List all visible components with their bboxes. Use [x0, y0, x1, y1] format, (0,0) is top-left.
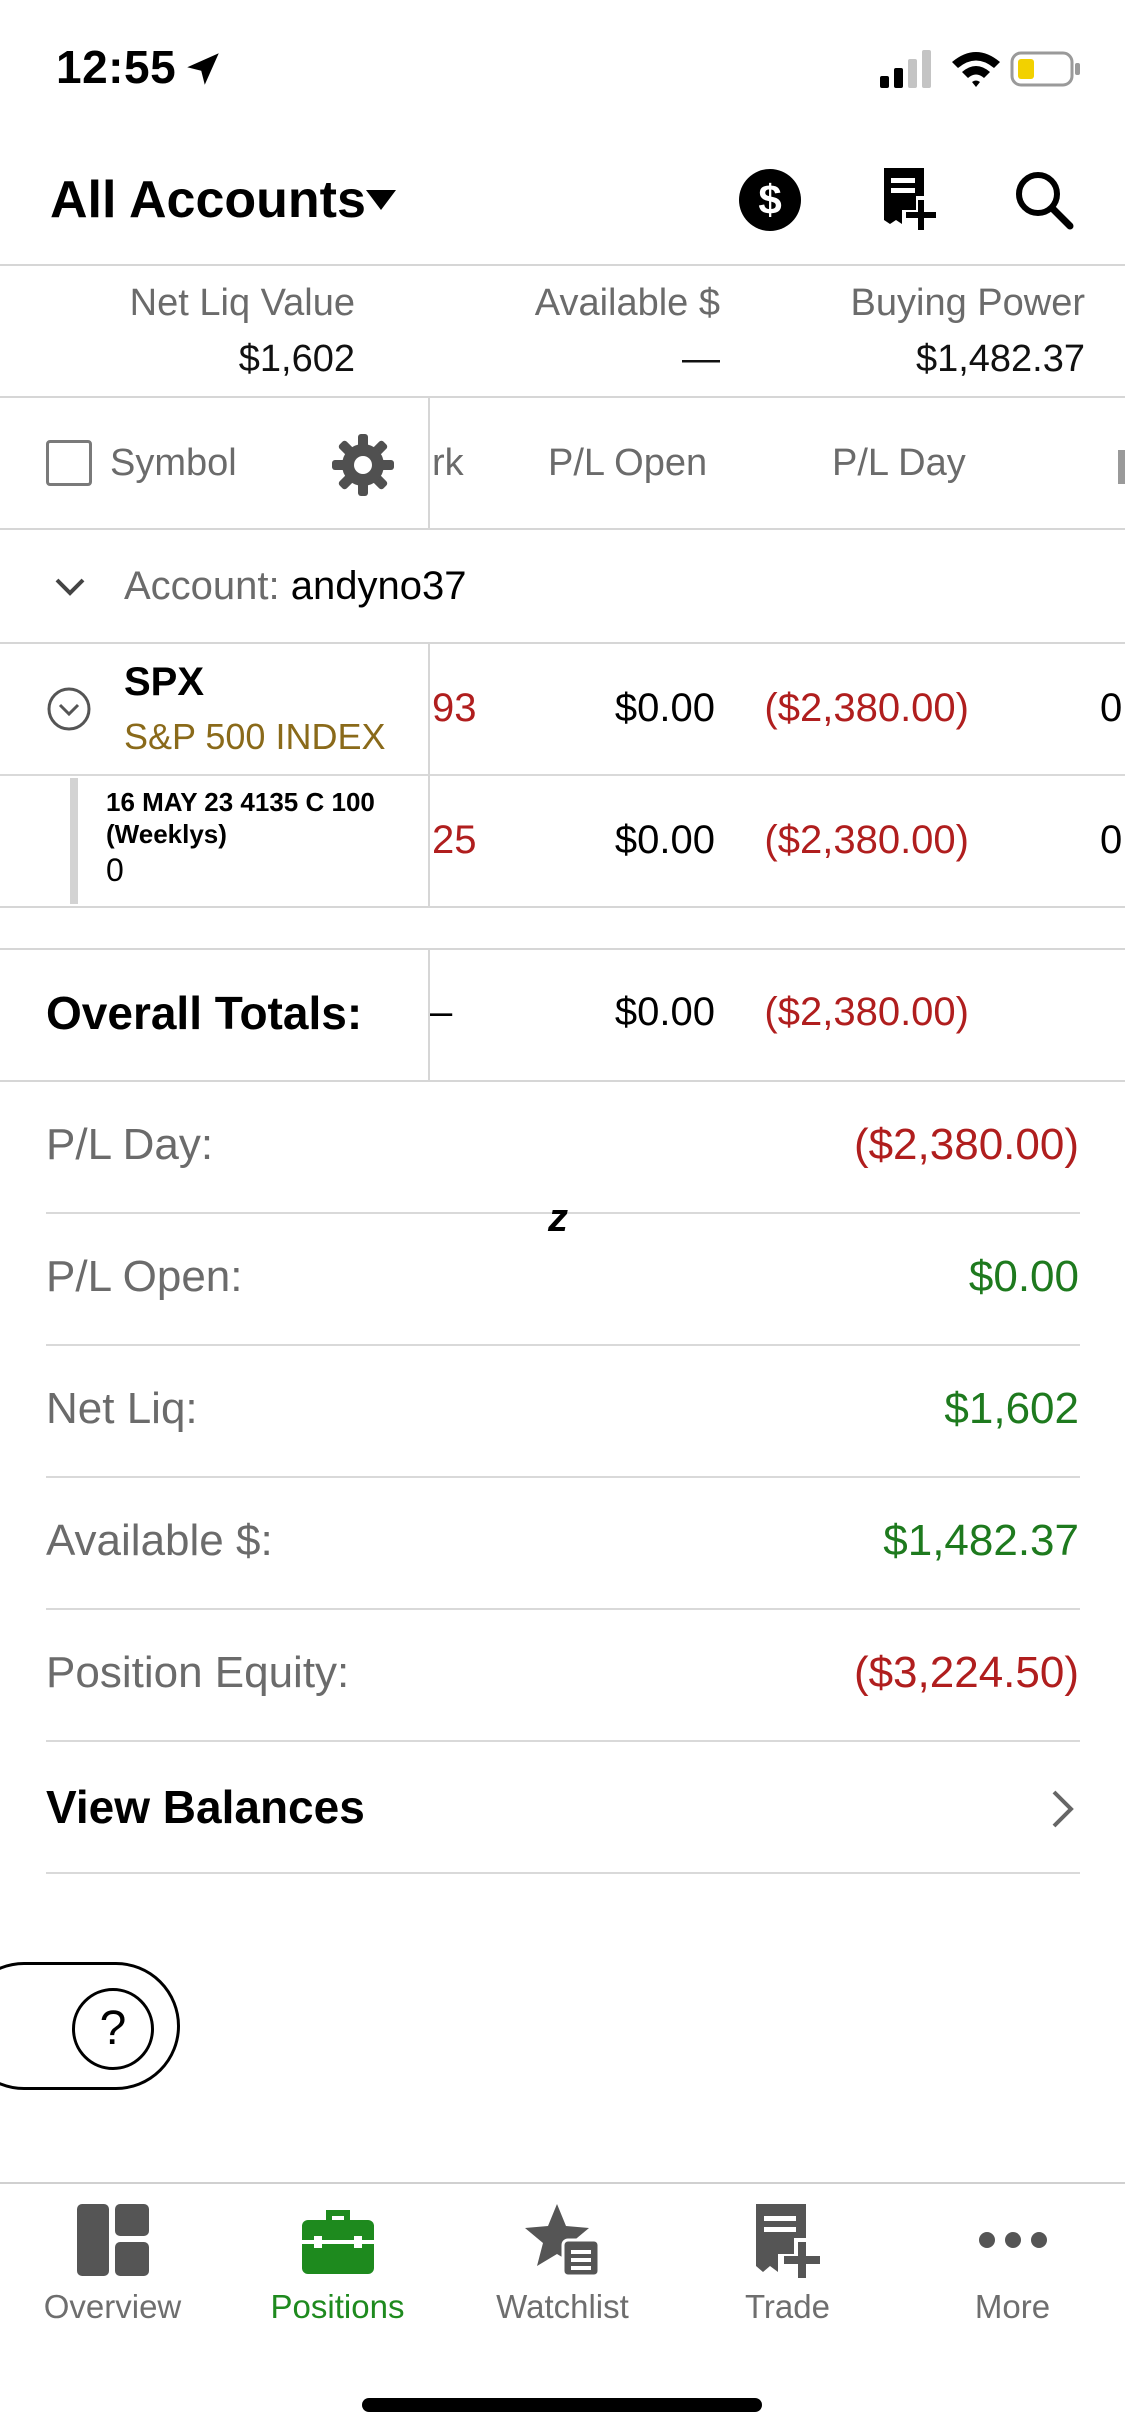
net-liq-value: $1,602 — [238, 338, 355, 380]
leg-pl-day: ($2,380.00) — [764, 818, 969, 862]
leg-pl-open: $0.00 — [614, 818, 715, 862]
caret-down-icon[interactable] — [364, 188, 398, 212]
detail-pl-day-label: P/L Day: — [46, 1120, 214, 1169]
totals-bottom-divider — [0, 1080, 1125, 1082]
detail-divider — [46, 1344, 1080, 1346]
detail-divider — [46, 1740, 1080, 1742]
account-selector[interactable]: All Accounts — [50, 170, 366, 230]
totals-pl-open: $0.00 — [614, 990, 715, 1034]
tab-label: More — [974, 2288, 1051, 2325]
search-icon[interactable] — [1012, 168, 1074, 230]
detail-divider — [46, 1872, 1080, 1874]
briefcase-icon — [301, 2210, 374, 2274]
cellular-signal-icon — [880, 50, 931, 88]
detail-pl-day-value: ($2,380.00) — [853, 1120, 1079, 1169]
account-label: Account: — [124, 564, 280, 608]
frozen-column-separator — [428, 398, 430, 528]
frozen-column-separator-rows — [428, 644, 430, 906]
account-name: andyno37 — [290, 564, 467, 608]
location-arrow-icon — [187, 53, 219, 85]
new-order-icon[interactable] — [880, 166, 940, 232]
svg-text:$: $ — [758, 176, 781, 223]
column-next-partial — [1118, 450, 1125, 484]
column-symbol[interactable]: Symbol — [110, 442, 237, 485]
battery-icon — [1010, 51, 1080, 87]
summary-divider — [0, 396, 1125, 398]
account-group-header[interactable]: Account: andyno37 — [124, 564, 467, 609]
detail-net-liq-label: Net Liq: — [46, 1384, 198, 1433]
position-pl-open: $0.00 — [614, 686, 715, 730]
frozen-column-separator-totals — [428, 950, 430, 1080]
leg-symbol-line2: (Weeklys) — [106, 819, 227, 849]
leg-symbol[interactable]: 16 MAY 23 4135 C 100 (Weeklys) — [106, 786, 375, 850]
stray-glyph: z — [548, 1196, 568, 1240]
wifi-icon — [952, 52, 1000, 87]
tab-label: Positions — [270, 2288, 405, 2325]
detail-pl-open-label: P/L Open: — [46, 1252, 243, 1301]
header-divider — [0, 264, 1125, 266]
view-balances-link[interactable]: View Balances — [46, 1780, 365, 1834]
leg-symbol-line1: 16 MAY 23 4135 C 100 — [106, 787, 375, 817]
detail-divider — [46, 1476, 1080, 1478]
leg-quantity: 0 — [106, 852, 124, 888]
row-divider — [0, 774, 1125, 776]
tab-overview[interactable]: Overview — [0, 2200, 225, 2340]
expand-circle-icon[interactable] — [46, 686, 92, 732]
trade-ticket-icon — [755, 2204, 820, 2278]
position-pl-day: ($2,380.00) — [764, 686, 969, 730]
tab-positions[interactable]: Positions — [225, 2200, 450, 2340]
column-pl-day[interactable]: P/L Day — [832, 442, 966, 485]
detail-available-label: Available $: — [46, 1516, 273, 1565]
detail-divider — [46, 1608, 1080, 1610]
totals-pl-day: ($2,380.00) — [764, 990, 969, 1034]
position-mark-partial: 93 — [432, 686, 477, 730]
home-indicator — [362, 2398, 762, 2412]
buying-power-label: Buying Power — [850, 282, 1085, 324]
leg-indent-bar — [70, 778, 78, 904]
net-liq-label: Net Liq Value — [129, 282, 355, 324]
detail-available-value: $1,482.37 — [883, 1516, 1079, 1565]
column-header-divider — [0, 528, 1125, 530]
tab-trade[interactable]: Trade — [675, 2200, 900, 2340]
position-extra-partial: 0 — [1100, 686, 1123, 730]
gear-icon[interactable] — [330, 432, 396, 498]
tab-watchlist[interactable]: Watchlist — [450, 2200, 675, 2340]
detail-pl-open-value: $0.00 — [968, 1252, 1079, 1301]
available-label: Available $ — [534, 282, 720, 324]
detail-position-equity-value: ($3,224.50) — [853, 1648, 1079, 1697]
tab-label: Overview — [43, 2288, 182, 2325]
positions-end-divider — [0, 906, 1125, 908]
select-all-checkbox[interactable] — [46, 440, 92, 486]
more-dots-icon — [978, 2232, 1047, 2248]
chevron-down-icon[interactable] — [54, 576, 86, 598]
detail-position-equity-label: Position Equity: — [46, 1648, 350, 1697]
totals-top-divider — [0, 948, 1125, 950]
totals-label: Overall Totals: — [46, 987, 363, 1039]
tab-label: Trade — [745, 2288, 830, 2325]
detail-net-liq-value: $1,602 — [944, 1384, 1079, 1433]
chevron-right-icon[interactable] — [1050, 1788, 1076, 1830]
account-divider — [0, 642, 1125, 644]
totals-mark: – — [430, 990, 453, 1034]
buying-power-value: $1,482.37 — [915, 338, 1085, 380]
leg-extra-partial: 0 — [1100, 818, 1123, 862]
watchlist-star-icon — [524, 2204, 600, 2278]
available-value: — — [682, 338, 720, 380]
tab-more[interactable]: More — [900, 2200, 1125, 2340]
leg-mark-partial: 25 — [432, 818, 477, 862]
help-icon[interactable]: ? — [72, 1988, 154, 2070]
overview-icon — [76, 2204, 149, 2276]
tab-label: Watchlist — [496, 2288, 629, 2325]
status-time: 12:55 — [56, 41, 177, 93]
position-symbol[interactable]: SPX — [124, 660, 204, 705]
tabbar-divider — [0, 2182, 1125, 2184]
column-pl-open[interactable]: P/L Open — [548, 442, 707, 485]
column-mark-partial[interactable]: rk — [432, 442, 464, 485]
position-description: S&P 500 INDEX — [124, 716, 386, 757]
dollar-icon[interactable]: $ — [738, 168, 802, 232]
